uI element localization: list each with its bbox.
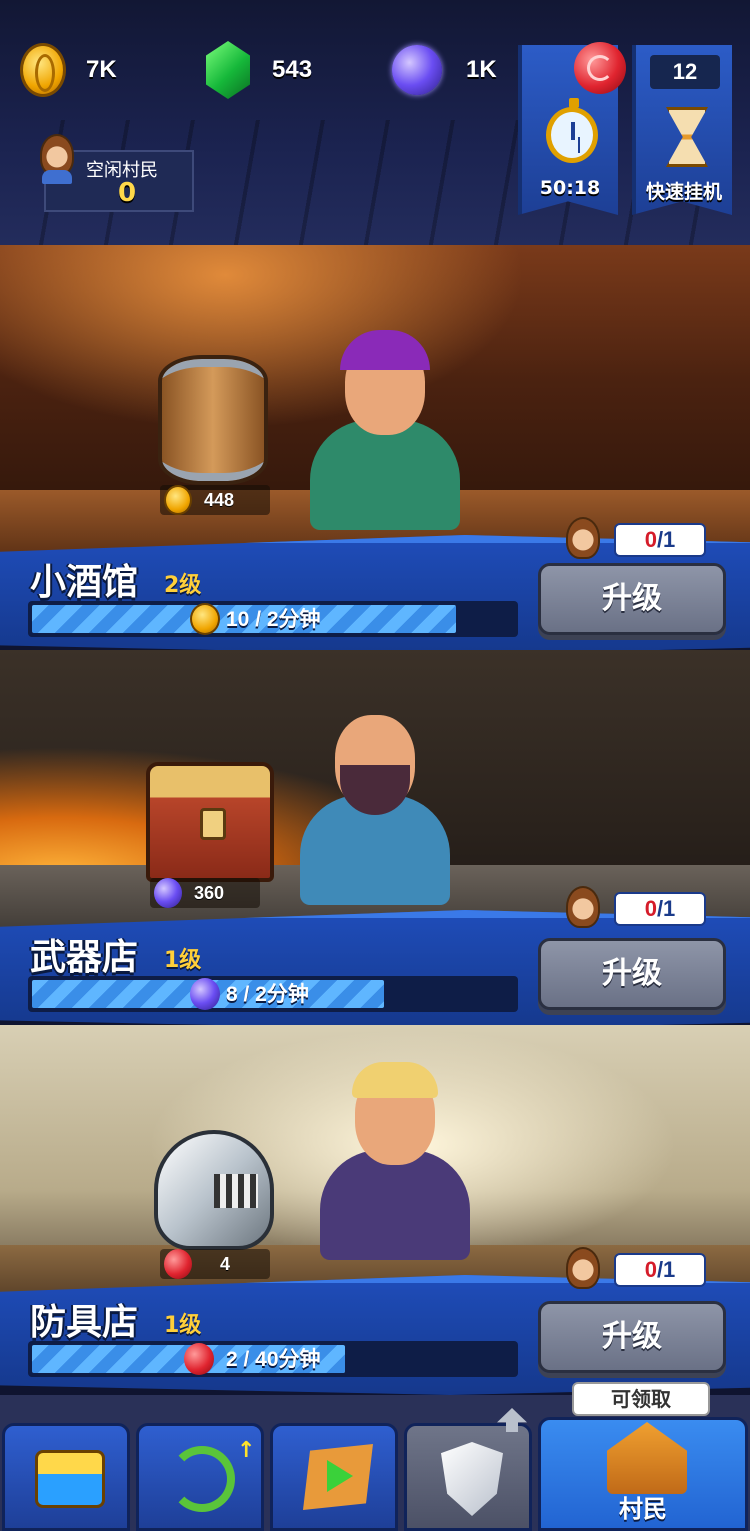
claimable-tooltip[interactable]: 可领取: [572, 1382, 710, 1416]
village-house-icon: [607, 1422, 687, 1494]
candy-icon: [574, 42, 626, 94]
armor-shop-name: 防具店: [30, 1302, 139, 1343]
green-gem-icon: [206, 41, 250, 99]
tavern-production-bar: 10 / 2分钟: [28, 601, 518, 637]
weapon-shop-stock-value: 360: [194, 882, 225, 903]
purple-essence-icon: [392, 45, 442, 95]
knight-helmet-icon[interactable]: [154, 1130, 274, 1250]
weapon-shop-production-rate: 8 / 2分钟: [226, 983, 309, 1006]
gold-coin-icon: [164, 485, 192, 515]
weapon-shop-name: 武器店: [30, 937, 139, 978]
armor-shop-upgrade-button[interactable]: 升级: [538, 1301, 726, 1373]
building-armor-shop: 4 0/1 防具店 1级 2 / 40分钟 升级: [0, 1025, 750, 1395]
nav-shield-tab[interactable]: [404, 1408, 532, 1531]
armor-shop-level: 1级: [164, 1313, 202, 1338]
purple-essence-icon: [154, 878, 182, 908]
candy-icon: [184, 1343, 214, 1375]
armor-merchant-character[interactable]: [320, 1060, 470, 1260]
idle-villagers-count: 0: [118, 178, 137, 208]
tavern-workers-current: 0: [644, 527, 657, 552]
stopwatch-icon: [546, 98, 598, 163]
top-bar: 7K 543 1K 50:18 12 快速挂机 空闲村民 0: [0, 0, 750, 245]
nav-chest-tab[interactable]: [2, 1423, 130, 1531]
tavern-workers-max: /1: [656, 527, 676, 552]
weapon-shop-worker-slot[interactable]: 0/1: [560, 886, 710, 936]
quick-idle-label: 快速挂机: [645, 181, 722, 203]
blacksmith-character[interactable]: [300, 705, 450, 905]
weapon-shop-production-bar: 8 / 2分钟: [28, 976, 518, 1012]
tavern-production-rate: 10 / 2分钟: [226, 608, 321, 631]
up-arrow-icon: [497, 1408, 527, 1432]
armor-shop-workers-current: 0: [644, 1257, 657, 1282]
armor-shop-production-bar: 2 / 40分钟: [28, 1341, 518, 1377]
purple-essence-icon: [190, 978, 220, 1010]
tavern-worker-slot[interactable]: 0/1: [560, 517, 710, 567]
weapon-shop-upgrade-button[interactable]: 升级: [538, 938, 726, 1010]
tavern-stock[interactable]: 448: [160, 485, 270, 515]
essence-amount: 1K: [466, 56, 497, 83]
building-tavern: 448 0/1 小酒馆 2级 10 / 2分钟 升级: [0, 245, 750, 650]
tavern-upgrade-button[interactable]: 升级: [538, 563, 726, 635]
tavern-level: 2级: [164, 573, 202, 598]
nav-upgrade-tab[interactable]: ↑: [136, 1423, 264, 1531]
gem-resource[interactable]: 543: [206, 40, 312, 100]
weapon-shop-stock[interactable]: 360: [150, 878, 260, 908]
armor-shop-stock-value: 4: [220, 1253, 231, 1274]
gem-amount: 543: [272, 56, 313, 83]
gold-resource[interactable]: 7K: [20, 40, 117, 100]
candy-amount: 12: [650, 55, 720, 89]
gold-coin-icon: [190, 603, 220, 635]
treasure-chest-icon: [35, 1450, 105, 1508]
villager-avatar-icon: [566, 517, 600, 559]
weapon-shop-level: 1级: [164, 948, 202, 973]
bow-upgrade-icon: [169, 1446, 235, 1512]
armor-shop-stock[interactable]: 4: [160, 1249, 270, 1279]
armor-shop-worker-slot[interactable]: 0/1: [560, 1247, 710, 1297]
hourglass-icon: [666, 107, 708, 167]
shield-locked-icon: [441, 1442, 503, 1516]
tavern-stock-value: 448: [204, 489, 235, 510]
map-play-icon: [303, 1444, 373, 1510]
armor-shop-workers-max: /1: [656, 1257, 676, 1282]
nav-adventure-tab[interactable]: [270, 1423, 398, 1531]
candy-icon: [164, 1249, 192, 1279]
essence-resource[interactable]: 1K: [392, 40, 497, 100]
tavern-name: 小酒馆: [30, 562, 139, 603]
barmaid-character[interactable]: [310, 330, 460, 530]
nav-villagers-label: 村民: [619, 1495, 667, 1523]
weapon-shop-workers-max: /1: [656, 896, 676, 921]
gold-amount: 7K: [86, 56, 117, 83]
timer-label: 50:18: [539, 177, 601, 199]
gold-coin-icon: [20, 43, 66, 97]
nav-villagers-tab[interactable]: 村民: [538, 1417, 748, 1531]
quick-idle-banner[interactable]: 12 快速挂机: [632, 45, 732, 215]
treasure-chest-icon[interactable]: [146, 762, 274, 882]
barrel-icon[interactable]: [158, 355, 268, 485]
weapon-shop-workers-current: 0: [644, 896, 657, 921]
villager-avatar-icon: [566, 1247, 600, 1289]
villager-avatar-icon: [566, 886, 600, 928]
upgrade-arrow-icon: ↑: [237, 1438, 256, 1463]
armor-shop-production-rate: 2 / 40分钟: [226, 1348, 321, 1371]
building-weapon-shop: 360 0/1 武器店 1级 8 / 2分钟 升级: [0, 650, 750, 1025]
